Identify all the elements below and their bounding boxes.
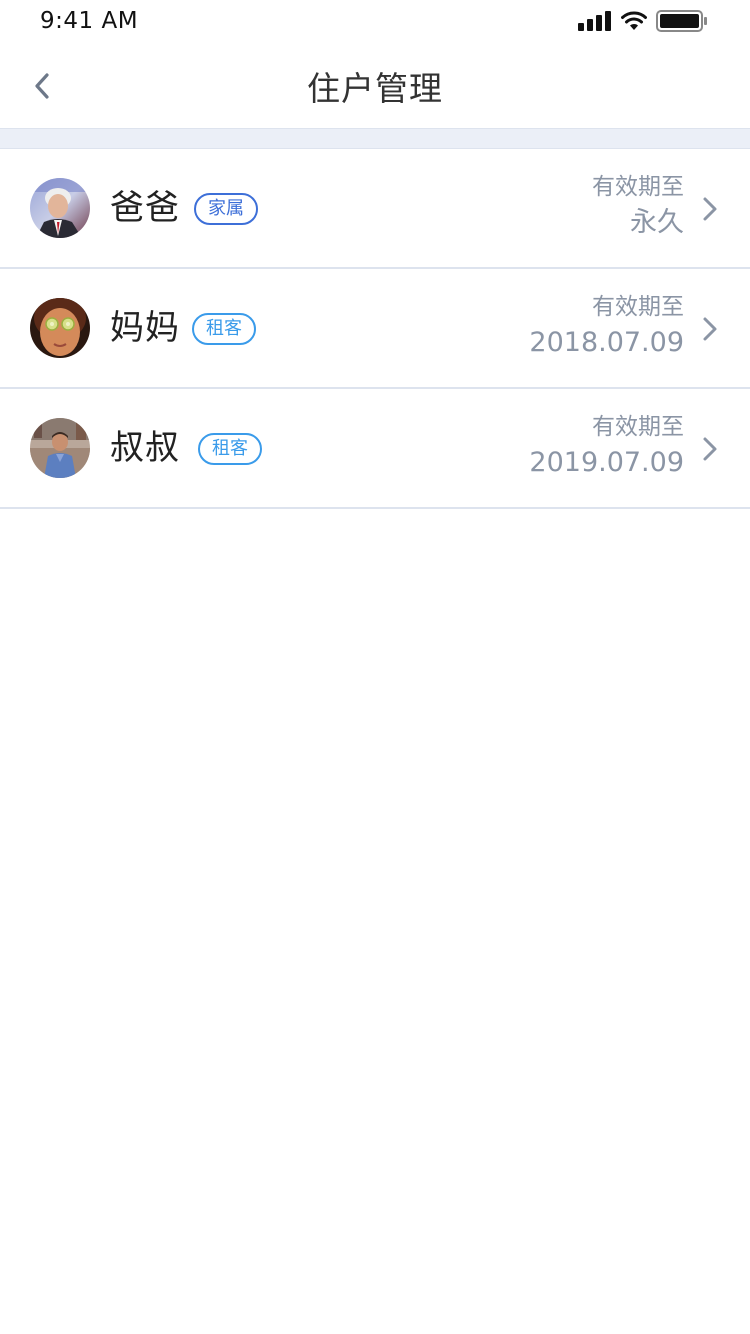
avatar [30, 298, 90, 358]
wifi-icon [621, 11, 647, 30]
validity-block: 有效期至 永久 [592, 171, 684, 243]
chevron-right-icon [703, 197, 717, 221]
status-indicators [578, 10, 708, 32]
validity-value: 2018.07.09 [529, 327, 684, 358]
resident-row[interactable]: 叔叔 租客 有效期至 2019.07.09 [0, 389, 750, 509]
battery-icon [656, 10, 707, 32]
page-title: 住户管理 [307, 69, 443, 108]
navigation-bar: 住户管理 [0, 44, 750, 128]
relation-tag: 租客 [192, 313, 256, 345]
resident-list: 爸爸 家属 有效期至 永久 妈妈 租客 有效期至 2018.07.09 叔叔 租… [0, 149, 750, 509]
resident-row[interactable]: 爸爸 家属 有效期至 永久 [0, 149, 750, 269]
validity-label: 有效期至 [592, 294, 684, 320]
status-time: 9:41 AM [40, 8, 139, 34]
validity-label: 有效期至 [592, 174, 684, 200]
status-bar: 9:41 AM [0, 0, 750, 44]
validity-value: 永久 [630, 207, 684, 238]
relation-tag: 租客 [198, 433, 262, 465]
chevron-right-icon [703, 437, 717, 461]
resident-name: 叔叔 [110, 428, 180, 468]
validity-block: 有效期至 2018.07.09 [529, 291, 684, 363]
signal-icon [578, 11, 611, 31]
chevron-right-icon [703, 317, 717, 341]
validity-block: 有效期至 2019.07.09 [529, 411, 684, 483]
resident-name: 爸爸 [110, 188, 180, 228]
avatar [30, 178, 90, 238]
section-divider [0, 128, 750, 149]
avatar [30, 418, 90, 478]
resident-name: 妈妈 [110, 308, 180, 348]
resident-row[interactable]: 妈妈 租客 有效期至 2018.07.09 [0, 269, 750, 389]
relation-tag: 家属 [194, 193, 258, 225]
validity-value: 2019.07.09 [529, 447, 684, 478]
validity-label: 有效期至 [592, 414, 684, 440]
